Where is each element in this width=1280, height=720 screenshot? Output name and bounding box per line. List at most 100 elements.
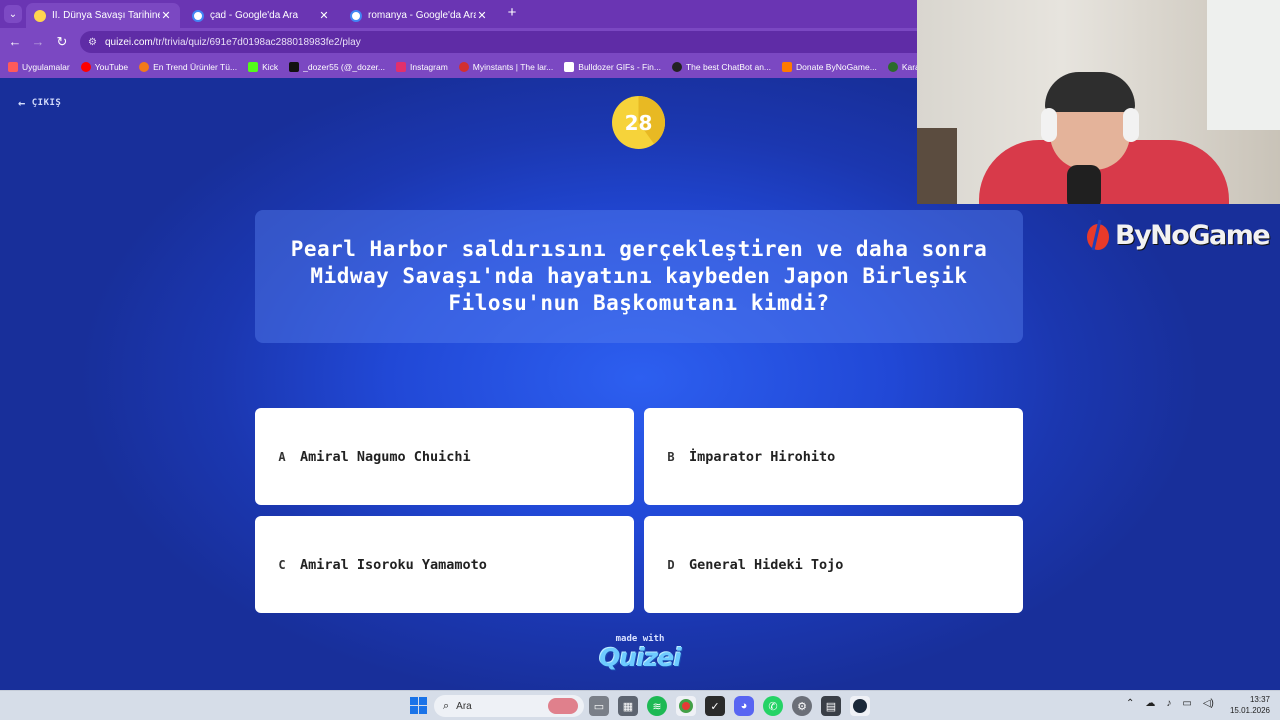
new-tab-button[interactable]: + bbox=[505, 5, 519, 21]
volume-icon[interactable]: ◁) bbox=[1203, 698, 1214, 709]
apps-grid-icon bbox=[8, 62, 18, 72]
answer-key: D bbox=[667, 557, 675, 572]
arrow-left-icon: ← bbox=[18, 96, 26, 110]
answer-text: Amiral Nagumo Chuichi bbox=[300, 448, 471, 465]
answer-text: General Hideki Tojo bbox=[689, 556, 844, 573]
steam-icon[interactable] bbox=[850, 696, 870, 716]
clock-date: 15.01.2026 bbox=[1229, 706, 1270, 715]
answer-text: İmparator Hirohito bbox=[689, 448, 836, 465]
tab-title: çad - Google'da Ara bbox=[210, 10, 299, 21]
bookmark-apps[interactable]: Uygulamalar bbox=[8, 62, 70, 72]
webcam-shelf bbox=[917, 128, 957, 204]
exit-label: ÇIKIŞ bbox=[31, 98, 62, 108]
settings-icon[interactable]: ⚙ bbox=[792, 696, 812, 716]
clock-time: 13:37 bbox=[1249, 695, 1270, 704]
quizei-favicon-icon bbox=[34, 9, 46, 22]
reload-icon[interactable]: ↻ bbox=[53, 33, 71, 51]
karatay-icon bbox=[887, 62, 898, 72]
answer-option-c[interactable]: C Amiral Isoroku Yamamoto bbox=[255, 516, 634, 613]
url-text: quizei.com/tr/trivia/quiz/691e7d0198ac28… bbox=[104, 36, 361, 48]
taskbar-clock[interactable]: 13:37 15.01.2026 bbox=[1226, 694, 1270, 716]
quizei-logo: Quizei bbox=[599, 643, 682, 672]
trendyol-icon bbox=[139, 62, 150, 72]
answer-key: C bbox=[278, 557, 286, 572]
tab-title: romanya - Google'da Ara bbox=[368, 10, 476, 21]
bookmark-karatay[interactable]: Karatay Belediy bbox=[887, 62, 917, 72]
headphones-right bbox=[1123, 108, 1139, 142]
chevron-up-icon[interactable]: ⌃ bbox=[1126, 698, 1134, 709]
tiktok-icon bbox=[289, 62, 300, 72]
bookmarks-bar: Uygulamalar YouTube En Trend Ürünler Tü.… bbox=[0, 56, 917, 78]
bookmark-bulldozer[interactable]: Bulldozer GIFs - Fin... bbox=[564, 62, 661, 72]
tab-quiz[interactable]: II. Dünya Savaşı Tarihine Ne Kad ✕ bbox=[26, 3, 180, 28]
search-icon: ⌕ bbox=[443, 699, 450, 712]
windows-taskbar: ⌕ Ara ▭ ▦ ≋ ✓ ◕ ✆ ⚙ ▤ ⌃ ☁ ♪ ▭ ◁) 13:37 1… bbox=[0, 690, 1280, 720]
made-with-quizei-badge[interactable]: made with Quizei bbox=[598, 634, 682, 672]
bynogame-icon bbox=[782, 62, 793, 72]
streamer-cap bbox=[1045, 72, 1135, 112]
page-icon bbox=[564, 62, 575, 72]
question-card: Pearl Harbor saldırısını gerçekleştiren … bbox=[255, 210, 1023, 343]
google-favicon-icon bbox=[192, 9, 204, 22]
timer-value: 28 bbox=[624, 110, 653, 135]
bookmark-tiktok[interactable]: _dozer55 (@_dozer... bbox=[289, 62, 385, 72]
bookmark-bynogame[interactable]: Donate ByNoGame... bbox=[782, 62, 877, 72]
bookmark-trendyol[interactable]: En Trend Ürünler Tü... bbox=[139, 62, 237, 72]
taskbar-search[interactable]: ⌕ Ara bbox=[434, 695, 584, 717]
question-text: Pearl Harbor saldırısını gerçekleştiren … bbox=[290, 237, 988, 315]
answer-text: Amiral Isoroku Yamamoto bbox=[300, 556, 487, 573]
tab-romania-search[interactable]: romanya - Google'da Ara ✕ bbox=[342, 3, 496, 28]
chrome-icon[interactable] bbox=[676, 696, 696, 716]
microphone-icon[interactable]: ♪ bbox=[1166, 698, 1171, 709]
start-button[interactable] bbox=[410, 697, 427, 714]
browser-tab-bar: ⌄ II. Dünya Savaşı Tarihine Ne Kad ✕ çad… bbox=[0, 0, 917, 28]
terminal-icon[interactable]: ▤ bbox=[821, 696, 841, 716]
webcam-overlay bbox=[917, 0, 1280, 204]
bookmark-chatbot[interactable]: The best ChatBot an... bbox=[671, 62, 771, 72]
search-highlight-image bbox=[548, 698, 578, 714]
bynogame-overlay-logo: ByNoGame bbox=[1085, 218, 1271, 252]
vectorworks-icon[interactable]: ✓ bbox=[705, 696, 725, 716]
tab-search-button[interactable]: ⌄ bbox=[4, 5, 22, 23]
bynogame-mark-icon bbox=[1087, 219, 1109, 251]
bookmark-youtube[interactable]: YouTube bbox=[80, 62, 128, 72]
tab-title: II. Dünya Savaşı Tarihine Ne Kad bbox=[52, 10, 160, 21]
site-info-icon[interactable]: ⚙ bbox=[88, 37, 97, 48]
discord-icon[interactable]: ◕ bbox=[734, 696, 754, 716]
address-bar[interactable]: ⚙ quizei.com/tr/trivia/quiz/691e7d0198ac… bbox=[80, 31, 917, 53]
chatbot-icon bbox=[671, 62, 682, 72]
close-tab-icon[interactable]: ✕ bbox=[476, 9, 488, 22]
answer-option-a[interactable]: A Amiral Nagumo Chuichi bbox=[255, 408, 634, 505]
google-favicon-icon bbox=[350, 9, 362, 22]
youtube-icon bbox=[80, 62, 91, 72]
network-icon[interactable]: ▭ bbox=[1182, 698, 1191, 709]
system-tray: ⌃ ☁ ♪ ▭ ◁) bbox=[1126, 698, 1225, 709]
file-explorer-icon[interactable]: ▭ bbox=[589, 696, 609, 716]
answer-option-d[interactable]: D General Hideki Tojo bbox=[644, 516, 1023, 613]
bynogame-wordmark: ByNoGame bbox=[1115, 219, 1271, 251]
close-tab-icon[interactable]: ✕ bbox=[318, 9, 330, 22]
bookmark-instagram[interactable]: Instagram bbox=[396, 62, 448, 72]
countdown-timer: 28 bbox=[612, 96, 665, 149]
store-icon[interactable]: ▦ bbox=[618, 696, 638, 716]
back-icon[interactable]: ← bbox=[6, 33, 24, 51]
bookmark-kick[interactable]: Kick bbox=[248, 62, 278, 72]
answer-option-b[interactable]: B İmparator Hirohito bbox=[644, 408, 1023, 505]
search-label: Ara bbox=[456, 700, 472, 712]
forward-icon[interactable]: → bbox=[29, 33, 47, 51]
whatsapp-icon[interactable]: ✆ bbox=[763, 696, 783, 716]
headphones-left bbox=[1041, 108, 1057, 142]
browser-toolbar: ← → ↻ ⚙ quizei.com/tr/trivia/quiz/691e7d… bbox=[0, 28, 917, 56]
exit-button[interactable]: ← ÇIKIŞ bbox=[18, 96, 61, 110]
instagram-icon bbox=[396, 62, 406, 72]
tab-chad-search[interactable]: çad - Google'da Ara ✕ bbox=[184, 3, 338, 28]
answer-key: B bbox=[667, 449, 675, 464]
bookmark-myinstants[interactable]: Myinstants | The lar... bbox=[458, 62, 553, 72]
webcam-window-background bbox=[1207, 0, 1280, 130]
answer-key: A bbox=[278, 449, 286, 464]
close-tab-icon[interactable]: ✕ bbox=[160, 9, 172, 22]
onedrive-icon[interactable]: ☁ bbox=[1145, 698, 1155, 709]
microphone bbox=[1067, 165, 1101, 204]
kick-icon bbox=[248, 62, 259, 72]
spotify-icon[interactable]: ≋ bbox=[647, 696, 667, 716]
